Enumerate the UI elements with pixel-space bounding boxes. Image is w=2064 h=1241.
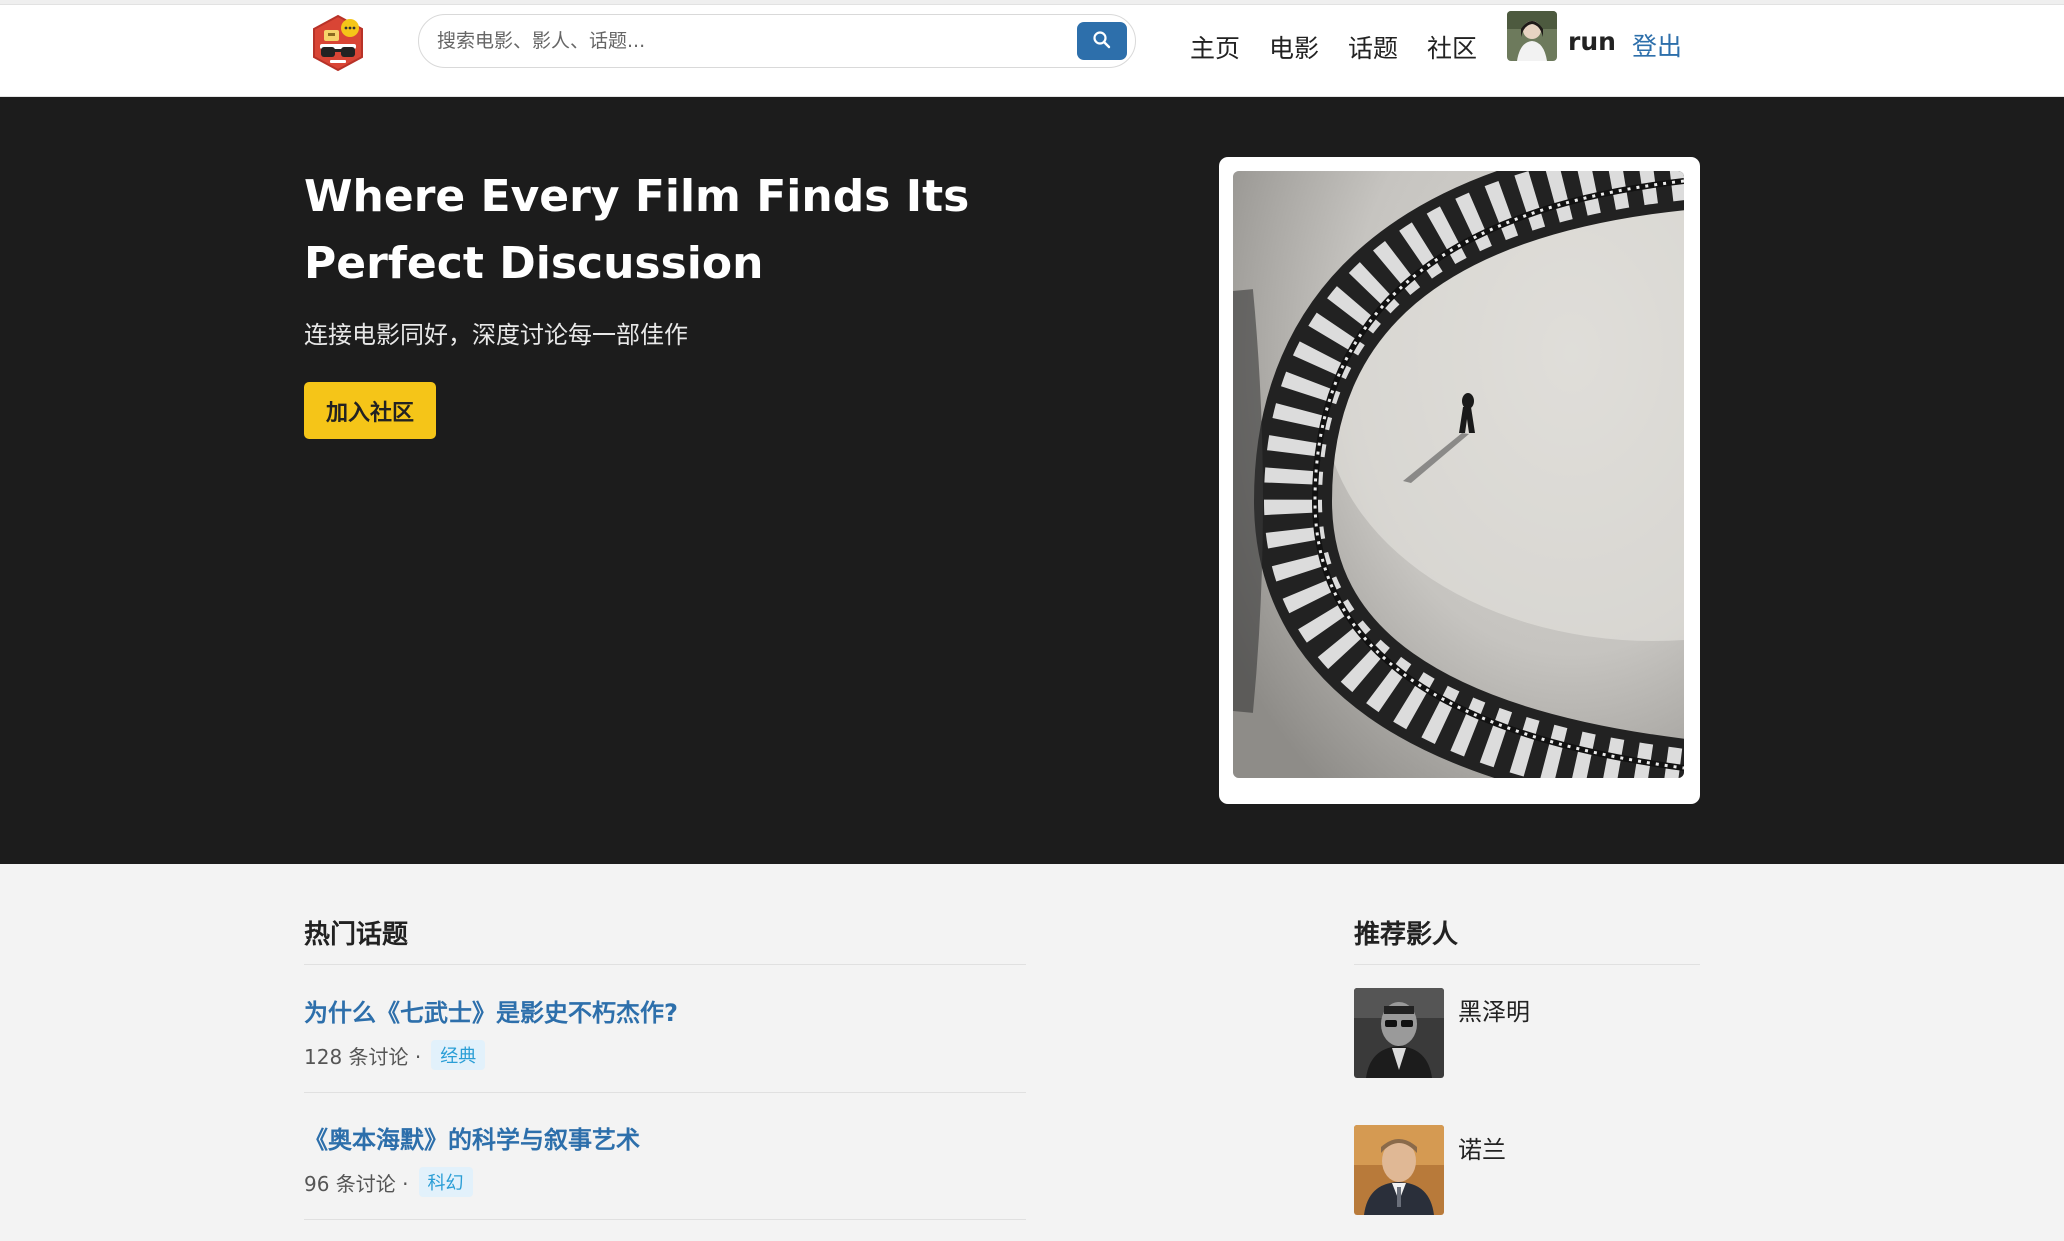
topic-title[interactable]: 为什么《七武士》是影史不朽杰作? [304, 993, 678, 1028]
hero-banner: Where Every Film Finds Its Perfect Discu… [0, 97, 2064, 864]
avatar[interactable] [1507, 11, 1557, 61]
hot-topics-divider [304, 964, 1026, 965]
person-photo[interactable] [1354, 1125, 1444, 1215]
search-bar [418, 14, 1136, 68]
search-input[interactable] [437, 15, 1037, 67]
recommended-people-divider [1354, 964, 1700, 965]
topic-meta: 128 条讨论 · 经典 [304, 1040, 486, 1070]
recommended-people-title: 推荐影人 [1354, 920, 1459, 950]
topic-title[interactable]: 《奥本海默》的科学与叙事艺术 [304, 1120, 640, 1155]
join-community-button[interactable]: 加入社区 [304, 382, 436, 439]
logout-link[interactable]: 登出 [1632, 27, 1682, 63]
hero-subtitle: 连接电影同好，深度讨论每一部佳作 [304, 321, 688, 349]
username[interactable]: run [1568, 27, 1616, 56]
hero-image-frame [1219, 157, 1700, 804]
main-nav: 主页 电影 话题 社区 [1190, 29, 1506, 65]
hot-topics-title: 热门话题 [304, 920, 409, 950]
nav-community[interactable]: 社区 [1427, 29, 1477, 65]
topic-divider [304, 1092, 1026, 1093]
topic-tag[interactable]: 经典 [431, 1040, 486, 1070]
topic-count: 128 条讨论 · [304, 1044, 422, 1069]
topic-count: 96 条讨论 · [304, 1171, 409, 1196]
nav-topics[interactable]: 话题 [1348, 29, 1398, 65]
site-header: 主页 电影 话题 社区 run 登出 [0, 5, 2064, 97]
topic-tag[interactable]: 科幻 [418, 1167, 473, 1197]
movie-chat-glasses-icon[interactable] [310, 14, 366, 72]
topic-divider [304, 1219, 1026, 1220]
person-photo[interactable] [1354, 988, 1444, 1078]
hero-film-reel-image [1233, 171, 1684, 778]
hero-title: Where Every Film Finds Its Perfect Discu… [304, 171, 970, 289]
person-name[interactable]: 黑泽明 [1458, 992, 1530, 1027]
search-icon [1092, 30, 1112, 53]
person-name[interactable]: 诺兰 [1458, 1130, 1506, 1165]
topic-meta: 96 条讨论 · 科幻 [304, 1167, 473, 1197]
nav-home[interactable]: 主页 [1190, 29, 1240, 65]
search-button[interactable] [1077, 22, 1127, 60]
nav-movies[interactable]: 电影 [1269, 29, 1319, 65]
